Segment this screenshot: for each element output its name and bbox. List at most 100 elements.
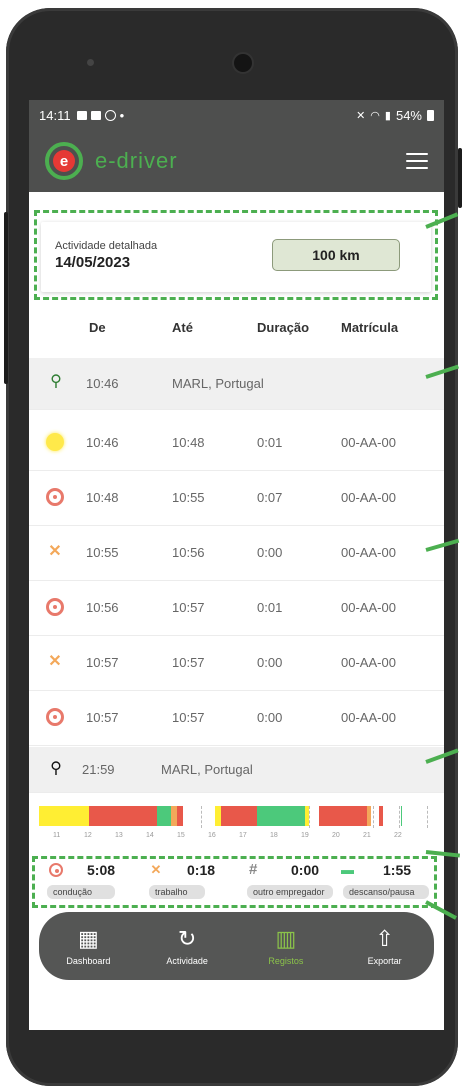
sun-icon — [46, 433, 64, 451]
timeline-segment — [89, 806, 157, 826]
hash-icon: # — [249, 861, 258, 878]
end-location-row[interactable]: ⚲ 21:59 MARL, Portugal — [29, 747, 444, 793]
table-row[interactable]: ✕ 10:55 10:56 0:00 00-AA-00 — [29, 526, 444, 581]
side-button-left — [4, 212, 8, 384]
status-bar: 14:11 • ✕ ◠ ▮ 54% — [29, 100, 444, 130]
timeline-segment — [257, 806, 305, 826]
hour-tick: 18 — [270, 832, 278, 839]
proximity-sensor — [87, 59, 94, 66]
summary-label-pill: trabalho — [149, 885, 205, 899]
table-row[interactable]: 10:56 10:57 0:01 00-AA-00 — [29, 581, 444, 636]
hour-tick: 15 — [177, 832, 185, 839]
row-plate: 00-AA-00 — [341, 710, 396, 725]
hour-tick: 22 — [394, 832, 402, 839]
row-to: 10:57 — [172, 655, 205, 670]
nav-label: Actividade — [166, 956, 208, 966]
activity-timeline: 11 12 13 14 15 16 17 18 19 20 21 22 — [29, 800, 444, 846]
message-notification-icon — [90, 110, 101, 120]
row-plate: 00-AA-00 — [341, 600, 396, 615]
row-plate: 00-AA-00 — [341, 490, 396, 505]
timeline-marker — [373, 806, 374, 828]
tools-icon: ✕ — [150, 862, 162, 877]
nav-item-registos[interactable]: ▥ Registos — [246, 926, 326, 966]
table-row[interactable]: ✕ 10:57 10:57 0:00 00-AA-00 — [29, 636, 444, 691]
timeline-marker — [399, 806, 400, 828]
table-header-cell: De — [89, 320, 106, 335]
nav-item-dashboard[interactable]: ▦ Dashboard — [48, 926, 128, 966]
bottom-navigation: ▦ Dashboard ↻ Actividade ▥ Registos ⇧ Exportar — [39, 912, 434, 980]
status-time: 14:11 — [39, 107, 71, 123]
table-row[interactable]: 10:48 10:55 0:07 00-AA-00 — [29, 471, 444, 526]
row-from: 10:57 — [86, 655, 119, 670]
hamburger-menu-icon[interactable] — [406, 153, 428, 169]
brand-name: e-driver — [95, 148, 178, 173]
row-to: 10:57 — [172, 710, 205, 725]
timeline-segment — [177, 806, 183, 826]
svg-text:e: e — [60, 153, 68, 170]
row-to: 10:48 — [172, 435, 205, 450]
summary-label-pill: descanso/pausa — [343, 885, 429, 899]
app-bar: e e-driver — [29, 130, 444, 192]
summary-work: ✕ 0:18 — [149, 862, 215, 878]
activity-card: Actividade detalhada 14/05/2023 100 km — [41, 222, 431, 292]
row-duration: 0:00 — [257, 710, 283, 725]
start-location-row[interactable]: ⚲ 10:46 MARL, Portugal — [29, 358, 444, 410]
hour-tick: 11 — [53, 832, 61, 839]
summary-label-pill: outro empregador — [247, 885, 333, 899]
distance-button[interactable]: 100 km — [272, 239, 400, 271]
summary-label-pill: condução — [47, 885, 115, 899]
steering-wheel-icon — [49, 863, 63, 877]
status-right: ✕ ◠ ▮ 54% — [356, 108, 434, 123]
hour-tick: 16 — [208, 832, 216, 839]
end-place: MARL, Portugal — [161, 762, 253, 777]
summary-value: 1:55 — [383, 862, 412, 878]
battery-icon — [427, 109, 434, 121]
hour-tick: 19 — [301, 832, 309, 839]
hour-tick: 13 — [115, 832, 123, 839]
table-header-cell: Matrícula — [341, 320, 399, 335]
row-duration: 0:01 — [257, 600, 283, 615]
summary-value: 0:00 — [291, 862, 320, 878]
row-to: 10:56 — [172, 545, 205, 560]
timeline-segment — [39, 806, 89, 826]
export-icon: ⇧ — [375, 926, 394, 951]
row-duration: 0:00 — [257, 655, 283, 670]
dashboard-icon: ▦ — [77, 926, 99, 951]
dot-icon: • — [119, 107, 125, 123]
hour-tick: 20 — [332, 832, 340, 839]
image-notification-icon — [76, 110, 87, 120]
nav-label: Dashboard — [66, 956, 111, 966]
steering-wheel-icon — [46, 488, 64, 506]
row-from: 10:56 — [86, 600, 119, 615]
table-header: De Até Duração Matrícula — [29, 320, 444, 340]
timeline-segment — [379, 806, 383, 826]
nav-item-actividade[interactable]: ↻ Actividade — [147, 926, 227, 966]
records-icon: ▥ — [275, 926, 297, 951]
row-duration: 0:01 — [257, 435, 283, 450]
summary-rest: ▬ 1:55 — [341, 862, 411, 878]
row-to: 10:57 — [172, 600, 205, 615]
row-plate: 00-AA-00 — [341, 545, 396, 560]
front-camera — [232, 52, 254, 74]
table-row[interactable]: 10:57 10:57 0:00 00-AA-00 — [29, 691, 444, 746]
table-row[interactable]: 10:46 10:48 0:01 00-AA-00 — [29, 416, 444, 471]
timeline-marker — [201, 806, 202, 828]
timeline-segment — [401, 806, 402, 826]
row-from: 10:48 — [86, 490, 119, 505]
wifi-icon: ◠ — [370, 109, 380, 122]
summary-bar: 5:08 condução ✕ 0:18 trabalho #0:00 outro empr… — [41, 858, 431, 908]
row-duration: 0:07 — [257, 490, 283, 505]
start-place: MARL, Portugal — [172, 376, 264, 391]
row-plate: 00-AA-00 — [341, 655, 396, 670]
nav-item-exportar[interactable]: ⇧ Exportar — [345, 926, 425, 966]
nav-label: Registos — [268, 956, 304, 966]
summary-driving: 5:08 — [49, 862, 115, 878]
timeline-segment — [367, 806, 371, 826]
location-pin-icon: ⚲ — [50, 373, 62, 390]
timeline-marker — [427, 806, 428, 828]
timeline-segment — [221, 806, 257, 826]
mute-icon: ✕ — [356, 109, 366, 122]
row-plate: 00-AA-00 — [341, 435, 396, 450]
hour-tick: 12 — [84, 832, 92, 839]
logo: e e-driver — [45, 142, 178, 180]
